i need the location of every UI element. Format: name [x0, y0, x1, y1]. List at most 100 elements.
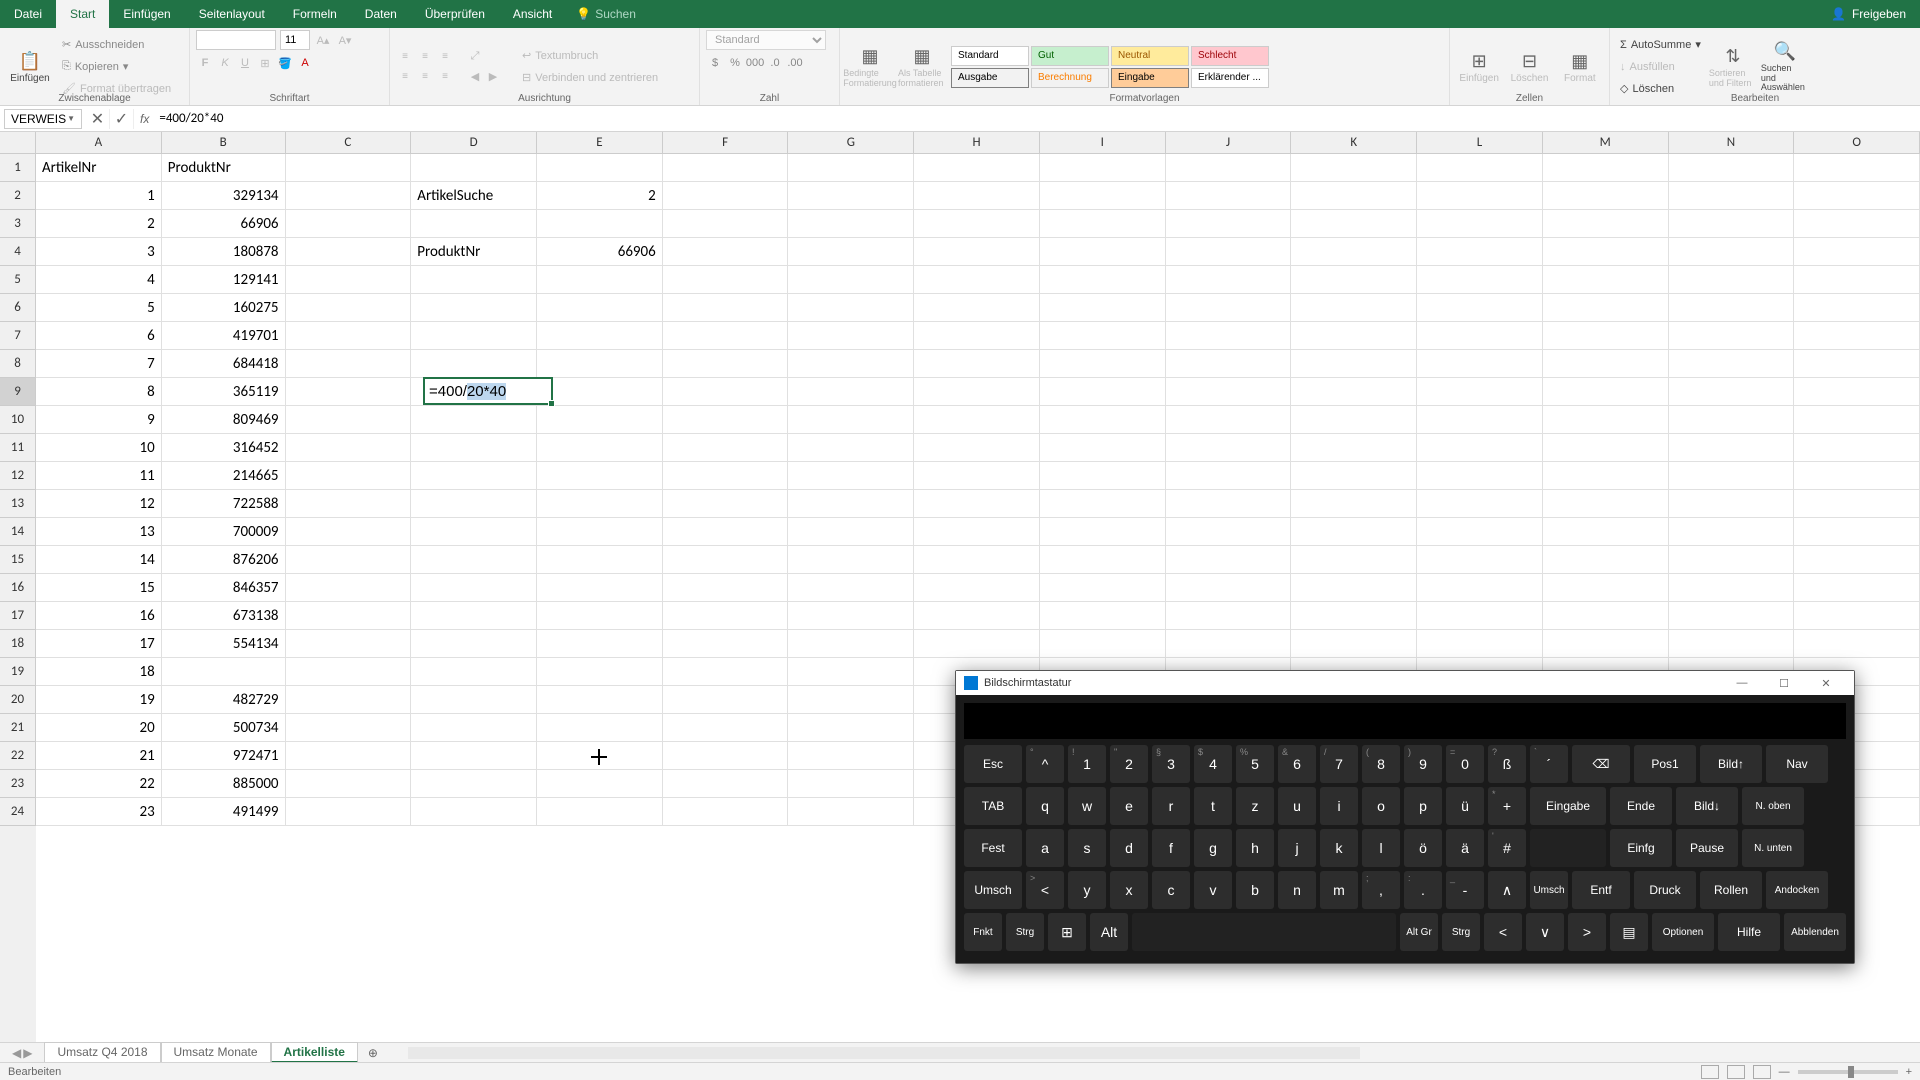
- cell[interactable]: [1543, 350, 1669, 378]
- osk-key[interactable]: d: [1110, 829, 1148, 867]
- cell[interactable]: [914, 350, 1040, 378]
- style-erklar[interactable]: Erklärender ...: [1191, 68, 1269, 88]
- style-eingabe[interactable]: Eingabe: [1111, 68, 1189, 88]
- cell[interactable]: [914, 462, 1040, 490]
- osk-key[interactable]: t: [1194, 787, 1232, 825]
- cell[interactable]: [1417, 294, 1543, 322]
- osk-key[interactable]: Pos1: [1634, 745, 1696, 783]
- shrink-font-button[interactable]: A▾: [336, 31, 354, 49]
- column-header[interactable]: I: [1040, 132, 1166, 154]
- cell[interactable]: [914, 630, 1040, 658]
- cell[interactable]: 160275: [162, 294, 286, 322]
- cell[interactable]: [286, 602, 412, 630]
- cell[interactable]: [1417, 322, 1543, 350]
- cell[interactable]: 10: [36, 434, 162, 462]
- cell[interactable]: [1040, 378, 1166, 406]
- osk-key[interactable]: ä: [1446, 829, 1484, 867]
- cell[interactable]: [788, 602, 914, 630]
- cell[interactable]: [286, 546, 412, 574]
- cell[interactable]: [1291, 210, 1417, 238]
- cell[interactable]: [1040, 518, 1166, 546]
- alignment-buttons[interactable]: ≡≡≡ ≡≡≡: [396, 48, 454, 86]
- cell[interactable]: [286, 798, 412, 826]
- cell[interactable]: [1794, 602, 1920, 630]
- cell[interactable]: [537, 322, 663, 350]
- osk-key[interactable]: o: [1362, 787, 1400, 825]
- cell[interactable]: [411, 210, 537, 238]
- cell[interactable]: [1417, 154, 1543, 182]
- osk-key[interactable]: Strg: [1006, 913, 1044, 951]
- cell[interactable]: [1166, 630, 1292, 658]
- osk-key[interactable]: Einfg: [1610, 829, 1672, 867]
- cell[interactable]: [788, 686, 914, 714]
- cell[interactable]: [1166, 238, 1292, 266]
- cell[interactable]: [663, 350, 789, 378]
- cell[interactable]: [1291, 378, 1417, 406]
- cell[interactable]: [537, 742, 663, 770]
- menu-tab-daten[interactable]: Daten: [351, 0, 411, 28]
- cell[interactable]: [1543, 490, 1669, 518]
- column-header[interactable]: C: [286, 132, 412, 154]
- cell[interactable]: [411, 630, 537, 658]
- cell[interactable]: [1166, 462, 1292, 490]
- cell[interactable]: [1543, 154, 1669, 182]
- cell[interactable]: [1291, 406, 1417, 434]
- cell[interactable]: [1669, 182, 1795, 210]
- column-header[interactable]: K: [1291, 132, 1417, 154]
- cell[interactable]: [1291, 574, 1417, 602]
- fill-color-button[interactable]: 🪣: [276, 54, 294, 72]
- osk-key[interactable]: s: [1068, 829, 1106, 867]
- cell[interactable]: ProduktNr: [162, 154, 286, 182]
- osk-key[interactable]: f: [1152, 829, 1190, 867]
- cell[interactable]: 500734: [162, 714, 286, 742]
- menu-tab-ansicht[interactable]: Ansicht: [499, 0, 566, 28]
- cell[interactable]: [1543, 546, 1669, 574]
- cell[interactable]: [1291, 434, 1417, 462]
- row-header[interactable]: 19: [0, 658, 36, 686]
- cell[interactable]: 972471: [162, 742, 286, 770]
- row-header[interactable]: 5: [0, 266, 36, 294]
- cell[interactable]: [1794, 518, 1920, 546]
- cell[interactable]: [788, 154, 914, 182]
- cell[interactable]: [1040, 574, 1166, 602]
- style-berechnung[interactable]: Berechnung: [1031, 68, 1109, 88]
- row-header[interactable]: 9: [0, 378, 36, 406]
- cell[interactable]: [537, 154, 663, 182]
- osk-key[interactable]: h: [1236, 829, 1274, 867]
- cell[interactable]: [1669, 378, 1795, 406]
- cell[interactable]: [1417, 266, 1543, 294]
- cell[interactable]: 129141: [162, 266, 286, 294]
- cell[interactable]: 20: [36, 714, 162, 742]
- cell[interactable]: [663, 378, 789, 406]
- cell[interactable]: [286, 154, 412, 182]
- bold-button[interactable]: F: [196, 54, 214, 72]
- cell[interactable]: [663, 266, 789, 294]
- cell[interactable]: [1543, 238, 1669, 266]
- row-header[interactable]: 3: [0, 210, 36, 238]
- cell[interactable]: [1543, 210, 1669, 238]
- cell[interactable]: [1669, 490, 1795, 518]
- cell[interactable]: [788, 350, 914, 378]
- cell[interactable]: [537, 294, 663, 322]
- cell[interactable]: [1794, 546, 1920, 574]
- osk-key[interactable]: ⊞: [1048, 913, 1086, 951]
- osk-key[interactable]: ⌫: [1572, 745, 1630, 783]
- cell[interactable]: [1040, 266, 1166, 294]
- cell[interactable]: [537, 490, 663, 518]
- dec-decimal-button[interactable]: .00: [786, 54, 804, 72]
- row-header[interactable]: 1: [0, 154, 36, 182]
- row-header[interactable]: 8: [0, 350, 36, 378]
- row-header[interactable]: 22: [0, 742, 36, 770]
- conditional-format-button[interactable]: ▦ Bedingte Formatierung: [846, 35, 894, 99]
- column-header[interactable]: O: [1794, 132, 1920, 154]
- osk-key[interactable]: Druck: [1634, 871, 1696, 909]
- cell[interactable]: 885000: [162, 770, 286, 798]
- cell[interactable]: 365119: [162, 378, 286, 406]
- percent-button[interactable]: %: [726, 54, 744, 72]
- cell[interactable]: [537, 714, 663, 742]
- font-size-input[interactable]: 11: [280, 30, 310, 50]
- row-header[interactable]: 17: [0, 602, 36, 630]
- cell[interactable]: [1040, 434, 1166, 462]
- cell[interactable]: [537, 518, 663, 546]
- cell[interactable]: 6: [36, 322, 162, 350]
